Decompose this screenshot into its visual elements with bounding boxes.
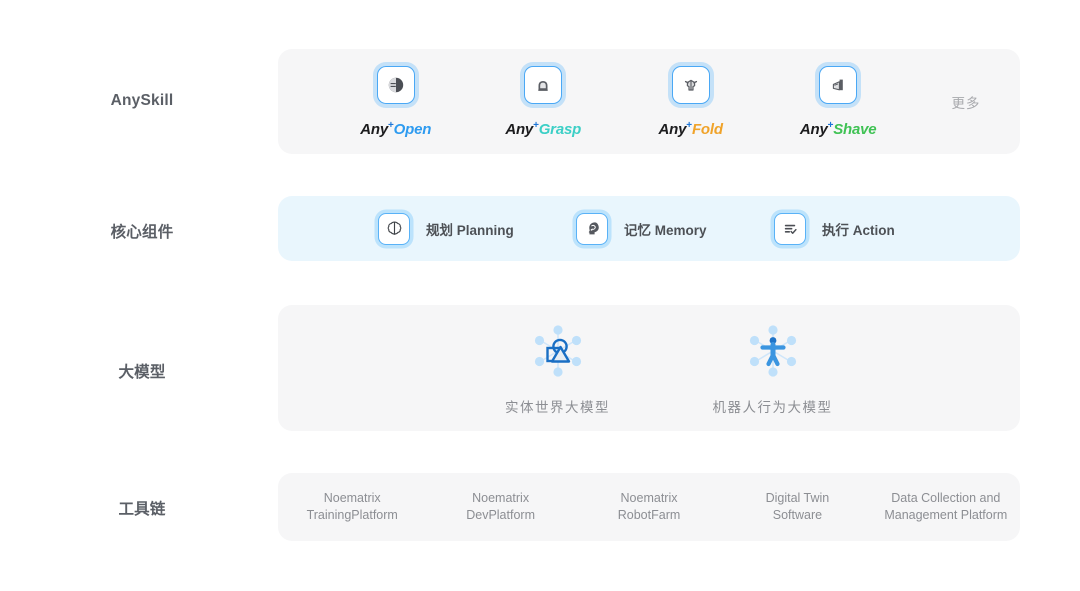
core-item-memory[interactable]: 记忆 Memory (576, 212, 774, 245)
anygrasp-label: Any+Grasp (505, 120, 581, 138)
shave-razor-icon (832, 79, 843, 90)
world-shapes-node-icon (534, 325, 581, 377)
action-tile[interactable] (774, 212, 806, 245)
anyfold-tile[interactable] (671, 65, 710, 104)
anyopen-suffix: Open (393, 120, 432, 138)
architecture-diagram: AnySkill Any+Open Any+Grasp Any+Fold Any… (0, 0, 1080, 591)
humanoid-node-icon (749, 325, 796, 377)
large-model-items: 实体世界大模型 机器人行为大模型 (278, 305, 1020, 431)
anyopen-prefix: Any (360, 120, 389, 138)
sphere-shade-icon (388, 77, 403, 92)
fold-cloth-icon (684, 79, 697, 91)
anygrasp-tile[interactable] (524, 65, 563, 104)
anyskill-items: Any+Open Any+Grasp Any+Fold Any+Shave 更多 (278, 49, 1020, 154)
anyfold-prefix: Any (658, 120, 687, 138)
anyshave-suffix: Shave (833, 120, 877, 138)
anyfold-suffix: Fold (691, 120, 723, 138)
row-label-anyskill: AnySkill (110, 92, 174, 109)
core-item-planning[interactable]: 规划 Planning (378, 212, 576, 245)
core-components-items: 规划 Planning 记忆 Memory 执行 Action (278, 196, 1020, 261)
model-item-world[interactable]: 实体世界大模型 (450, 320, 665, 416)
anyopen-label: Any+Open (360, 120, 431, 138)
anyshave-tile[interactable] (819, 65, 858, 104)
hand-grasp-icon (538, 80, 549, 91)
action-label: 执行 Action (822, 222, 895, 238)
memory-label: 记忆 Memory (624, 222, 707, 238)
planning-tile[interactable] (378, 212, 410, 245)
skill-item-shave[interactable]: Any+Shave (764, 65, 911, 138)
skill-item-grasp[interactable]: Any+Grasp (469, 65, 616, 138)
tool-item-data-collection[interactable]: Data Collection and Management Platform (872, 490, 1020, 524)
anyfold-label: Any+Fold (659, 120, 723, 138)
row-label-toolchain: 工具链 (118, 501, 166, 518)
skill-item-fold[interactable]: Any+Fold (617, 65, 764, 138)
anygrasp-suffix: Grasp (538, 120, 582, 138)
checklist-icon (784, 224, 797, 234)
tool-item-digital-twin[interactable]: Digital Twin Software (723, 490, 871, 524)
model-item-robot-behavior[interactable]: 机器人行为大模型 (665, 320, 880, 416)
memory-tile[interactable] (576, 212, 608, 245)
row-label-large-model: 大模型 (118, 364, 166, 381)
model-caption-robot-behavior: 机器人行为大模型 (712, 400, 833, 415)
tool-item-dev-platform[interactable]: Noematrix DevPlatform (426, 490, 574, 524)
skill-item-open[interactable]: Any+Open (322, 65, 469, 138)
anyshave-label: Any+Shave (800, 120, 877, 138)
tool-item-training-platform[interactable]: Noematrix TrainingPlatform (278, 490, 426, 524)
toolchain-items: Noematrix TrainingPlatform Noematrix Dev… (278, 473, 1020, 541)
core-item-action[interactable]: 执行 Action (774, 212, 972, 245)
tool-item-robot-farm[interactable]: Noematrix RobotFarm (575, 490, 723, 524)
anygrasp-prefix: Any (505, 120, 534, 138)
head-memory-icon (588, 222, 599, 235)
anyshave-prefix: Any (799, 120, 828, 138)
model-caption-world: 实体世界大模型 (505, 400, 610, 415)
anyopen-tile[interactable] (376, 65, 415, 104)
anyskill-more-label[interactable]: 更多 (912, 92, 1020, 112)
brain-icon (387, 221, 401, 235)
planning-label: 规划 Planning (426, 222, 514, 238)
row-label-core-components: 核心组件 (110, 224, 174, 241)
